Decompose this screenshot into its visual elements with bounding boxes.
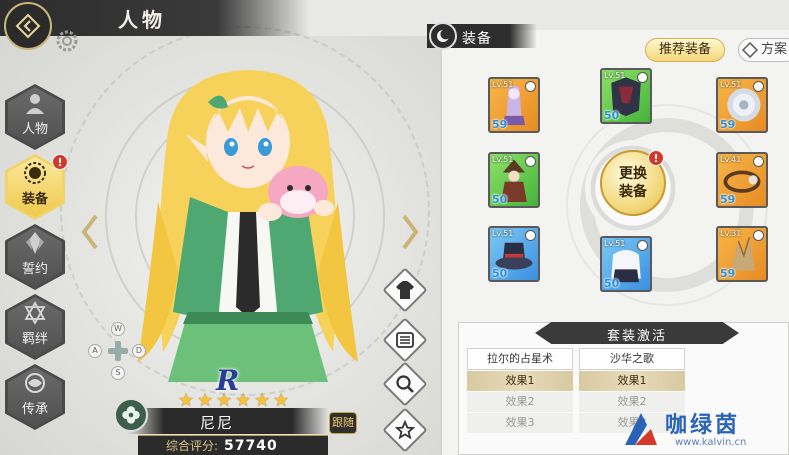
nav-label: 人物	[21, 121, 48, 137]
watermark: 咖绿茵 www.kalvin.cn	[617, 405, 789, 455]
set-effect-active: 效果1	[467, 371, 573, 391]
equipment-slot-2[interactable]: Lv.51 50	[600, 68, 652, 124]
follow-button[interactable]: 跟随	[329, 412, 357, 434]
nav-label: 羁绊	[21, 331, 48, 347]
outfit-icon	[396, 281, 414, 299]
crystal-icon	[26, 231, 44, 254]
movement-dpad[interactable]: W A D S	[86, 320, 150, 384]
equipment-slot-7[interactable]: Lv.51 50	[600, 236, 652, 292]
equipment-slot-8[interactable]: Lv.31 59	[716, 226, 768, 282]
profile-icon	[26, 93, 44, 114]
score-bar: 综合评分: 57740	[138, 435, 328, 455]
nav-item-oath[interactable]: 誓约	[0, 224, 70, 290]
gear-icon	[56, 30, 78, 52]
search-icon	[396, 375, 414, 393]
watermark-text: 咖绿茵	[665, 413, 741, 438]
lock-icon	[637, 72, 648, 83]
nav-item-legacy[interactable]: 传承	[0, 364, 70, 430]
prev-character-arrow-icon[interactable]	[80, 212, 100, 252]
set-column-1: 拉尔的占星术 效果1 效果2 效果3	[467, 348, 573, 433]
clover-icon	[122, 406, 140, 424]
alert-badge: !	[52, 154, 68, 170]
nav-item-profile[interactable]: 人物	[0, 84, 70, 150]
dpad-left-key[interactable]: A	[88, 344, 102, 358]
set-bonus-title: 套装激活	[606, 329, 667, 344]
equipment-screen: 人物 人物 装备 ! 誓约 羁绊 传承 W A D S R ★ ★ ★ ★ ★ …	[0, 0, 789, 455]
lock-icon	[753, 230, 764, 241]
clover-button[interactable]	[114, 398, 148, 432]
lock-icon	[753, 156, 764, 167]
set-effect-active: 效果1	[579, 371, 685, 391]
score-value: 57740	[224, 437, 278, 454]
equipment-slot-1[interactable]: Lv.51 59	[488, 77, 540, 133]
lock-icon	[525, 156, 536, 167]
set-effect: 效果2	[467, 392, 573, 412]
dpad-down-key[interactable]: S	[111, 366, 125, 380]
set-effect: 效果3	[467, 413, 573, 433]
page-title: 人物	[118, 8, 166, 32]
equipment-slot-3[interactable]: Lv.51 59	[716, 77, 768, 133]
lock-icon	[525, 230, 536, 241]
character-name: 尼尼	[200, 414, 235, 432]
equipment-tab-label: 装备	[462, 31, 492, 47]
inspect-button[interactable]	[382, 361, 428, 407]
details-list-button[interactable]	[382, 317, 428, 363]
set-name[interactable]: 拉尔的占星术	[467, 348, 573, 370]
plan-diamond-icon	[742, 42, 758, 58]
nav-item-bond[interactable]: 羁绊	[0, 294, 70, 360]
set-name[interactable]: 沙华之歌	[579, 348, 685, 370]
nav-label: 誓约	[21, 261, 48, 277]
back-arrow-icon	[15, 13, 41, 39]
nav-item-equipment[interactable]: 装备 !	[0, 154, 70, 220]
lock-icon	[753, 81, 764, 92]
star-badge-icon	[394, 419, 416, 440]
nav-label: 装备	[21, 191, 48, 207]
sun-gear-icon	[24, 161, 46, 184]
lock-icon	[525, 81, 536, 92]
dpad-up-key[interactable]: W	[111, 322, 125, 336]
character-portrait	[138, 70, 358, 382]
swap-label: 更换装备	[619, 166, 647, 200]
orb-icon	[25, 372, 45, 393]
score-label: 综合评分:	[166, 439, 219, 453]
next-character-arrow-icon[interactable]	[400, 212, 420, 252]
equipment-slot-5[interactable]: Lv.41 59	[716, 152, 768, 208]
outfit-button[interactable]	[382, 267, 428, 313]
dpad-right-key[interactable]: D	[132, 344, 146, 358]
favorite-button[interactable]	[382, 407, 428, 453]
moon-icon	[429, 22, 457, 50]
back-button[interactable]	[4, 2, 52, 50]
plan-label: 方案	[761, 42, 788, 57]
list-icon	[396, 332, 414, 348]
watermark-logo-icon	[625, 413, 657, 445]
recommended-equipment-button[interactable]: 推荐装备	[645, 38, 725, 62]
equipment-slot-6[interactable]: Lv.51 50	[488, 226, 540, 282]
equipment-slot-4[interactable]: Lv.51 50	[488, 152, 540, 208]
nav-label: 传承	[21, 401, 48, 417]
watermark-url: www.kalvin.cn	[675, 437, 747, 448]
swap-alert-badge: !	[648, 150, 664, 166]
lock-icon	[637, 240, 648, 251]
hexagram-icon	[24, 300, 46, 325]
